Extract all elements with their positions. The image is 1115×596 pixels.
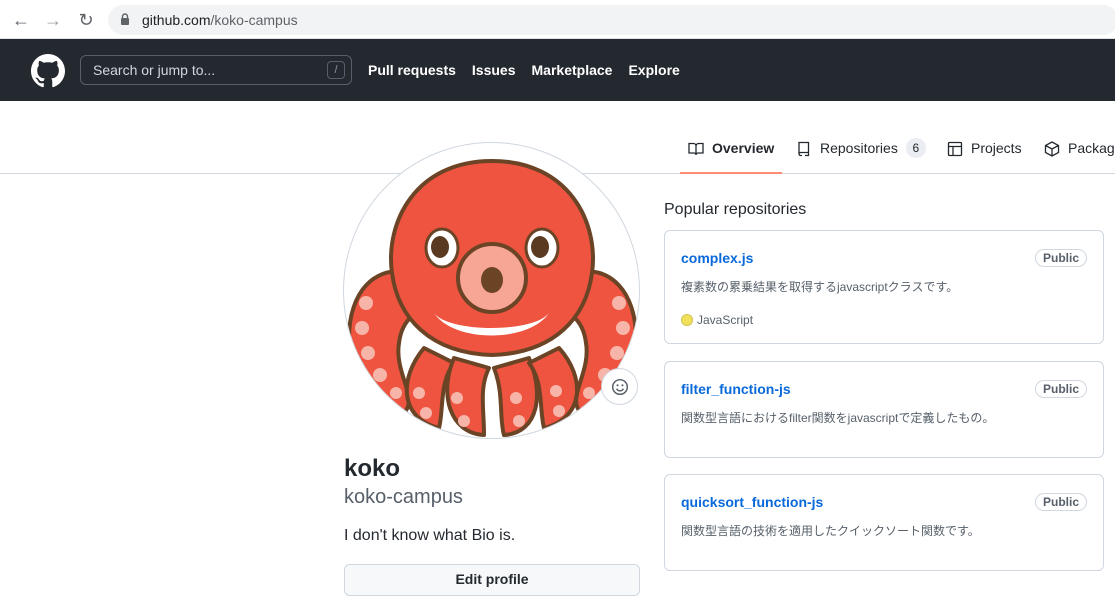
nav-pull-requests[interactable]: Pull requests [368,62,456,78]
tab-overview[interactable]: Overview [680,140,783,174]
search-shortcut-key: / [327,61,345,79]
visibility-badge: Public [1034,380,1087,398]
language-color-dot [681,314,693,326]
repo-link[interactable]: filter_function-js [681,381,791,397]
repositories-count: 6 [905,138,926,158]
package-icon [1044,141,1060,157]
nav-issues[interactable]: Issues [472,62,516,78]
tab-projects-label: Projects [971,140,1022,156]
table-icon [947,141,963,157]
repo-link[interactable]: quicksort_function-js [681,494,823,510]
reload-icon[interactable]: ↻ [75,9,97,31]
browser-toolbar: ← → ↻ github.com/koko-campus [0,0,1115,39]
tab-repositories[interactable]: Repositories 6 [796,138,926,174]
back-icon[interactable]: ← [10,9,32,31]
repo-description: 関数型言語におけるfilter関数をjavascriptで定義したもの。 [681,411,995,425]
book-icon [688,142,704,156]
url-path: /koko-campus [210,12,298,28]
popular-repositories-heading: Popular repositories [664,201,807,218]
lock-icon [121,13,129,25]
repo-card: complex.js Public 複素数の累乗結果を取得するjavascrip… [664,230,1104,344]
repo-description: 複素数の累乗結果を取得するjavascriptクラスです。 [681,280,959,294]
search-input[interactable]: Search or jump to... / [80,55,352,85]
tab-repositories-label: Repositories [820,140,898,156]
avatar[interactable] [343,142,640,439]
profile-name: koko [344,455,401,482]
header-nav: Pull requests Issues Marketplace Explore [368,62,680,78]
repo-language: JavaScript [681,313,753,327]
forward-icon[interactable]: → [42,9,64,31]
profile-bio: I don't know what Bio is. [344,527,516,544]
url-text: github.com/koko-campus [142,12,298,28]
tab-packages-label: Packages [1068,140,1115,156]
set-status-button[interactable] [601,368,638,405]
tab-packages[interactable]: Packages [1044,140,1115,174]
github-logo-icon[interactable] [31,54,65,88]
repo-card: quicksort_function-js Public 関数型言語の技術を適用… [664,474,1104,571]
profile-login: koko-campus [344,486,463,508]
repo-link[interactable]: complex.js [681,250,753,266]
repo-icon [798,141,810,157]
edit-profile-button[interactable]: Edit profile [344,564,640,596]
nav-marketplace[interactable]: Marketplace [532,62,613,78]
url-host: github.com [142,12,211,28]
smiley-icon [611,378,628,396]
visibility-badge: Public [1034,493,1087,511]
repo-description: 関数型言語の技術を適用したクイックソート関数です。 [681,524,980,538]
octopus-avatar-image [347,159,638,437]
language-label: JavaScript [697,313,754,327]
search-placeholder: Search or jump to... [93,62,216,78]
address-bar[interactable]: github.com/koko-campus [108,5,1115,35]
tab-overview-label: Overview [712,140,775,156]
repo-card: filter_function-js Public 関数型言語におけるfilte… [664,361,1104,458]
tab-projects[interactable]: Projects [947,140,1022,174]
visibility-badge: Public [1034,249,1087,267]
site-header: Search or jump to... / Pull requests Iss… [0,39,1115,101]
nav-explore[interactable]: Explore [628,62,679,78]
